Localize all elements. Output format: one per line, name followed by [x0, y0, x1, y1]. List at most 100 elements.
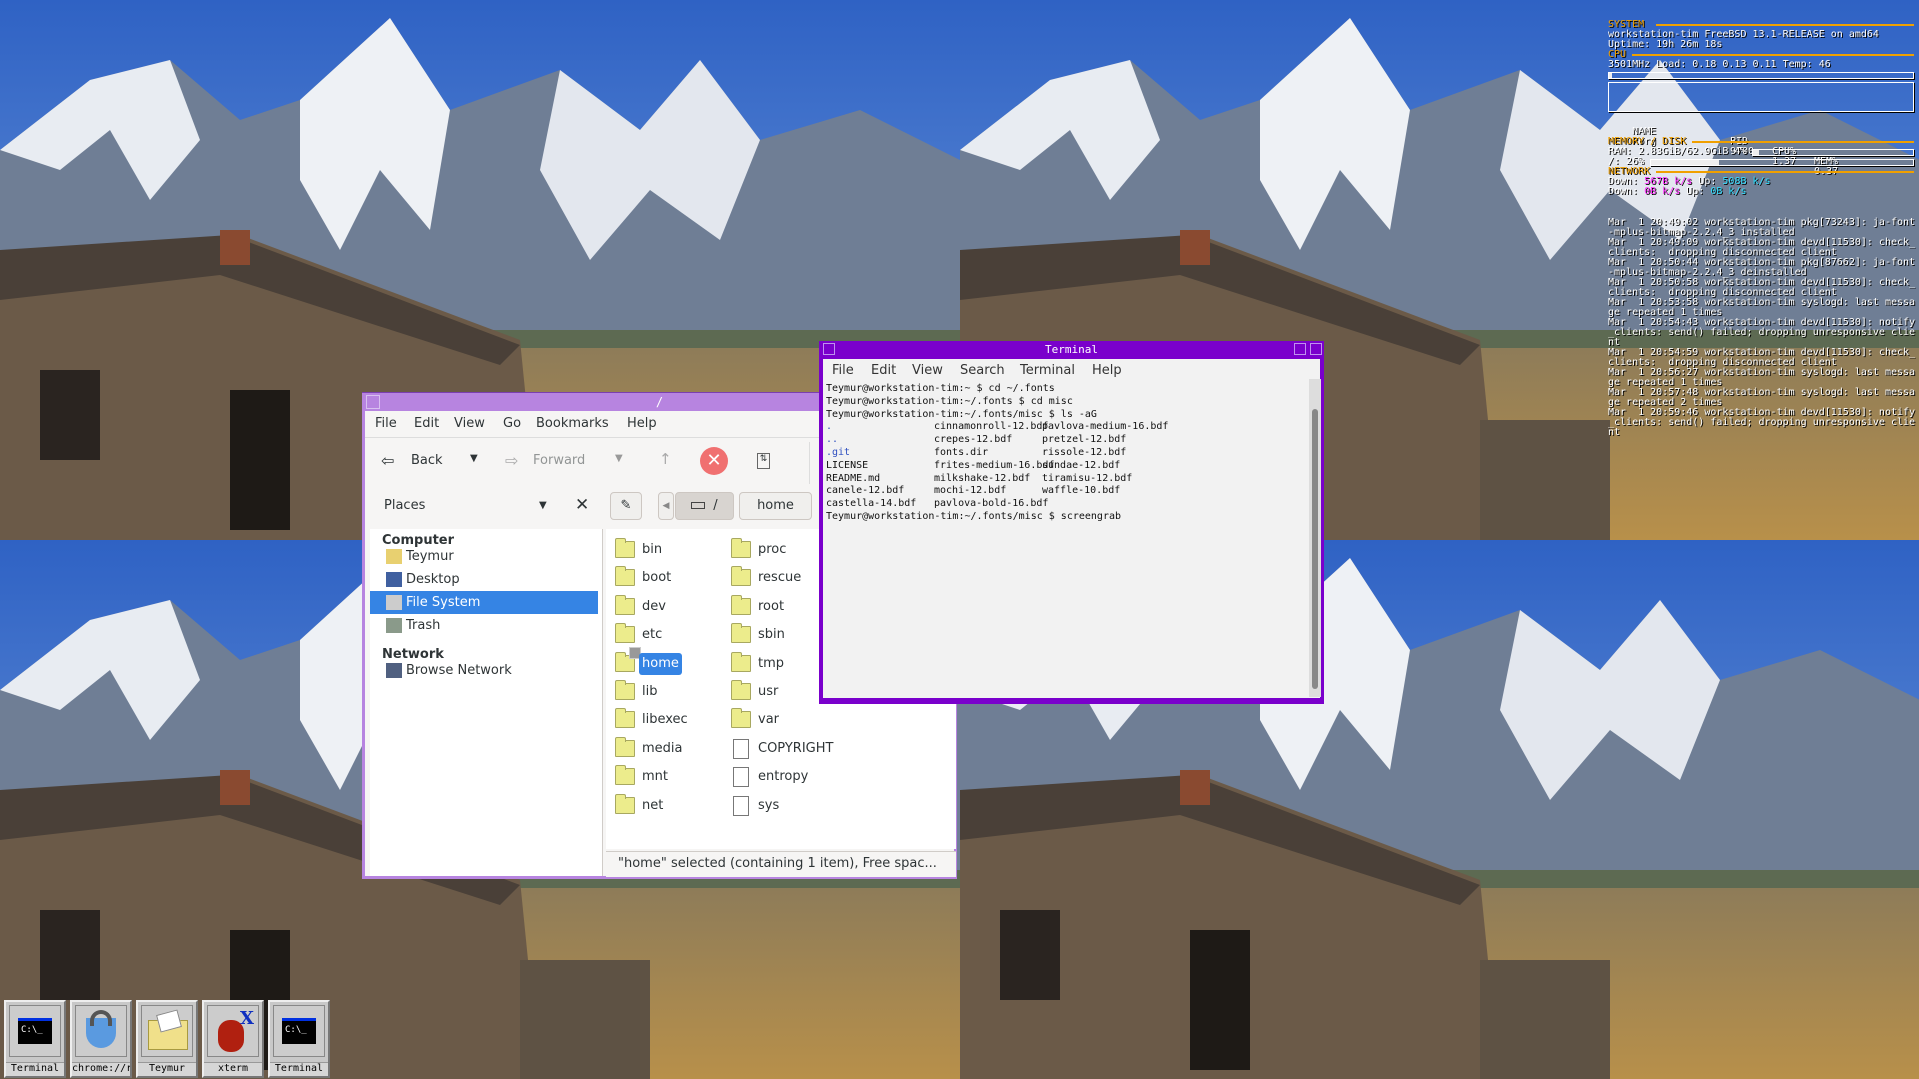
- menu-go[interactable]: Go: [503, 416, 521, 431]
- back-button[interactable]: Back: [411, 453, 443, 468]
- file-name: rescue: [758, 570, 802, 586]
- file-name: tmp: [758, 655, 785, 671]
- cpu-graph: [1608, 82, 1914, 112]
- window-menu-button[interactable]: [823, 343, 835, 355]
- folder-icon: [615, 680, 635, 700]
- file-name: lib: [642, 684, 658, 699]
- folder-icon: [615, 566, 635, 587]
- menu-edit[interactable]: Edit: [871, 363, 896, 378]
- ls-entry: castella-14.bdf: [826, 498, 917, 510]
- conky-monitor: SYSTEM workstation-tim FreeBSD 13.1-RELE…: [1608, 20, 1914, 197]
- taskbar-item[interactable]: Teymur: [136, 1000, 198, 1078]
- sidebar-item-desktop[interactable]: Desktop: [370, 568, 598, 591]
- forward-button[interactable]: Forward: [533, 453, 585, 468]
- window-menu-button[interactable]: [366, 395, 380, 409]
- window-title: /: [655, 395, 664, 409]
- file-name: etc: [642, 627, 663, 643]
- menu-help[interactable]: Help: [627, 416, 657, 431]
- ls-entry: pretzel-12.bdf: [1042, 434, 1127, 446]
- ls-row: canele-12.bdf mochi-12.bdf waffle-10.bdf: [826, 485, 1306, 498]
- ls-entry: pavlova-bold-16.bdf: [934, 498, 1049, 510]
- ls-entry: .git: [826, 447, 851, 458]
- maximize-button[interactable]: [1310, 343, 1322, 355]
- menu-view[interactable]: View: [454, 416, 485, 431]
- file-name: media: [642, 740, 683, 756]
- folder-icon: [731, 708, 751, 729]
- places-dropdown-icon[interactable]: ▼: [539, 500, 547, 511]
- sidebar-item-trash[interactable]: Trash: [370, 614, 598, 637]
- ls-entry: fonts.dir: [934, 447, 989, 458]
- ls-entry: canele-12.bdf: [826, 485, 905, 497]
- ls-row: README.md milkshake-12.bdf tiramisu-12.bdf: [826, 473, 1306, 486]
- minimize-button[interactable]: [1294, 343, 1306, 355]
- folder-icon: [731, 651, 751, 672]
- cpu-info: 3501MHz Load: 0.18 0.13 0.11 Temp: 46: [1608, 59, 1831, 70]
- terminal-output[interactable]: Teymur@workstation-tim:~ $ cd ~/.fonts Te…: [823, 381, 1320, 693]
- menu-file[interactable]: File: [832, 363, 854, 378]
- taskbar-item[interactable]: C:\_ Terminal: [268, 1000, 330, 1078]
- sidebar-item-browse-network[interactable]: Browse Network: [370, 659, 598, 682]
- forward-arrow-icon[interactable]: ⇨: [505, 451, 518, 470]
- ls-entry: cinnamonroll-12.bdf: [934, 421, 1049, 433]
- sidebar-item-label: Teymur: [406, 549, 454, 564]
- taskbar-item[interactable]: C:\_ Terminal: [4, 1000, 66, 1078]
- sidebar-item-file-system[interactable]: File System: [370, 591, 598, 614]
- menu-terminal[interactable]: Terminal: [1020, 363, 1075, 378]
- log-line: Mar 1 20:56:27 workstation-tim syslogd: …: [1608, 367, 1916, 388]
- file-name: bin: [642, 542, 663, 557]
- menu-bookmarks[interactable]: Bookmarks: [536, 416, 609, 431]
- close-sidebar-icon[interactable]: ✕: [575, 495, 589, 515]
- file-icon: [733, 767, 749, 788]
- ls-row: LICENSE frites-medium-16.bdf sundae-12.bdf: [826, 460, 1306, 473]
- places-label[interactable]: Places: [384, 498, 425, 513]
- reload-icon[interactable]: ⇅: [757, 453, 770, 469]
- ls-entry: ..: [826, 434, 839, 446]
- disk-bar: [1650, 159, 1914, 166]
- file-name: net: [642, 797, 664, 813]
- ls-row: .. crepes-12.bdf pretzel-12.bdf: [826, 434, 1306, 447]
- path-home-button[interactable]: home: [739, 492, 812, 520]
- ls-entry: LICENSE: [826, 459, 869, 471]
- menu-file[interactable]: File: [375, 416, 397, 431]
- path-scroll-left-button[interactable]: ◀: [658, 492, 674, 520]
- menu-view[interactable]: View: [912, 363, 943, 378]
- file-name: home: [639, 652, 682, 675]
- back-arrow-icon[interactable]: ⇦: [381, 451, 394, 470]
- folder-icon: [731, 538, 751, 558]
- desktop-icon: [386, 572, 402, 587]
- scrollbar-thumb[interactable]: [1312, 409, 1318, 689]
- menu-edit[interactable]: Edit: [414, 416, 439, 431]
- file-name: var: [758, 712, 780, 728]
- sidebar-item-label: Browse Network: [406, 663, 512, 678]
- menu-search[interactable]: Search: [960, 363, 1005, 378]
- ls-entry: mochi-12.bdf: [934, 485, 1007, 497]
- title-bar[interactable]: Terminal: [819, 341, 1324, 359]
- folder-icon: [615, 538, 635, 558]
- up-arrow-icon[interactable]: ↑: [659, 450, 672, 468]
- terminal-icon: C:\_: [273, 1005, 325, 1057]
- folder-icon: [615, 623, 635, 644]
- terminal-icon: C:\_: [9, 1005, 61, 1057]
- pencil-icon: ✎: [620, 498, 632, 513]
- scrollbar[interactable]: [1309, 379, 1321, 697]
- log-line: Mar 1 20:50:58 workstation-tim devd[1153…: [1608, 277, 1916, 298]
- taskbar-item[interactable]: Xxterm: [202, 1000, 264, 1078]
- forward-dropdown-icon[interactable]: ▼: [615, 453, 623, 464]
- stop-icon[interactable]: ✕: [700, 447, 728, 475]
- file-name: libexec: [642, 712, 688, 728]
- terminal-line: Teymur@workstation-tim:~/.fonts $ cd mis…: [826, 395, 1073, 407]
- system-log: Mar 1 20:49:02 workstation-tim pkg[73243…: [1608, 218, 1918, 438]
- terminal-window[interactable]: Terminal File Edit View Search Terminal …: [819, 341, 1324, 704]
- back-dropdown-icon[interactable]: ▼: [470, 453, 478, 464]
- ls-entry: sundae-12.bdf: [1042, 459, 1121, 471]
- path-root-button[interactable]: /: [675, 492, 734, 520]
- sidebar-item-teymur[interactable]: Teymur: [370, 545, 598, 568]
- edit-path-button[interactable]: ✎: [610, 492, 642, 520]
- ls-entry: README.md: [826, 472, 881, 484]
- folder-icon: [141, 1005, 193, 1057]
- log-line: Mar 1 20:50:44 workstation-tim pkg[87662…: [1608, 257, 1916, 278]
- taskbar-item[interactable]: chrome://r: [70, 1000, 132, 1078]
- window-title: Terminal: [1045, 343, 1098, 356]
- terminal-line: Teymur@workstation-tim:~ $ cd ~/.fonts: [826, 383, 1055, 394]
- menu-help[interactable]: Help: [1092, 363, 1122, 378]
